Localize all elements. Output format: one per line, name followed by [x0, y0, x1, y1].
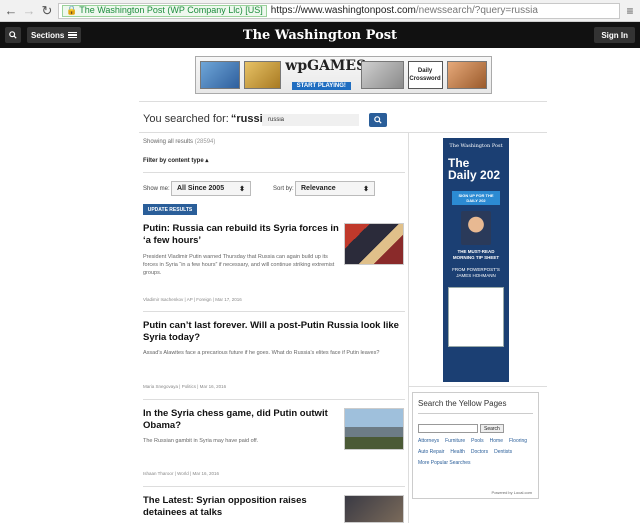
search-input[interactable]	[262, 114, 359, 126]
date-range-select[interactable]: All Since 2005 ⬍	[171, 181, 251, 196]
ad-logo: The Washington Post	[449, 143, 503, 149]
game-thumbnail[interactable]	[244, 61, 282, 89]
url-text: https://www.washingtonpost.com/newssearc…	[270, 5, 538, 16]
start-playing-button[interactable]: START PLAYING!	[291, 81, 351, 90]
yp-link[interactable]: Attorneys	[418, 438, 439, 444]
yp-link[interactable]: Pools	[471, 438, 484, 444]
list-item: Putin can’t last forever. Will a post-Pu…	[143, 320, 405, 357]
article-meta: Ishaan Tharoor | World | Mar 16, 2016	[143, 471, 219, 476]
search-heading: You searched for: “russia”	[143, 113, 274, 125]
lock-icon: 🔒	[66, 5, 78, 15]
browser-toolbar: ← → ↻ 🔒 The Washington Post (WP Company …	[0, 0, 640, 22]
article-title[interactable]: The Latest: Syrian opposition raises det…	[143, 495, 339, 519]
yp-link[interactable]: Home	[490, 438, 503, 444]
results-count: Showing all results (28594)	[143, 139, 216, 145]
yp-link[interactable]: Auto Repair	[418, 449, 444, 455]
cert-label: The Washington Post (WP Company Llc) [US…	[79, 5, 263, 15]
article-title[interactable]: In the Syria chess game, did Putin outwi…	[143, 408, 339, 432]
yp-link[interactable]: Flooring	[509, 438, 527, 444]
back-arrow-icon[interactable]: ←	[4, 3, 18, 18]
article-description: President Vladimir Putin warned Thursday…	[143, 254, 335, 276]
yellow-pages-links: Attorneys Furniture Pools Home Flooring …	[418, 438, 533, 466]
search-icon	[374, 116, 382, 124]
games-ad-banner[interactable]: wpGAMES START PLAYING! Daily Crossword	[195, 56, 492, 94]
sort-label: Sort by:	[273, 186, 294, 192]
yp-link[interactable]: Furniture	[445, 438, 465, 444]
sign-in-button[interactable]: Sign In	[594, 27, 635, 43]
yellow-pages-input[interactable]	[418, 424, 478, 433]
game-thumbnail[interactable]	[200, 61, 241, 89]
site-logo[interactable]: The Washington Post	[0, 28, 640, 43]
menu-icon[interactable]: ≡	[624, 4, 636, 18]
wpgames-promo[interactable]: wpGAMES START PLAYING!	[285, 57, 367, 92]
search-submit-button[interactable]	[369, 113, 387, 127]
divider	[418, 413, 533, 414]
yp-link[interactable]: More Popular Searches	[418, 460, 471, 466]
yellow-pages-widget: Search the Yellow Pages Search Attorneys…	[412, 392, 539, 499]
list-item: In the Syria chess game, did Putin outwi…	[143, 408, 339, 445]
sort-select[interactable]: Relevance ⬍	[295, 181, 375, 196]
article-thumbnail[interactable]	[344, 223, 404, 265]
security-badge[interactable]: 🔒 The Washington Post (WP Company Llc) […	[62, 4, 267, 17]
yellow-pages-title: Search the Yellow Pages	[418, 399, 507, 408]
article-title[interactable]: Putin: Russia can rebuild its Syria forc…	[143, 223, 339, 247]
yellow-pages-search-button[interactable]: Search	[480, 424, 504, 433]
updown-icon: ⬍	[239, 185, 245, 193]
ad-byline: FROM POWERPOST’S JAMES HOHMANN	[452, 267, 500, 278]
update-results-button[interactable]: UPDATE RESULTS	[143, 204, 197, 215]
ad-signup-button[interactable]: SIGN UP FOR THE DAILY 202	[452, 191, 500, 205]
game-thumbnail[interactable]	[361, 61, 404, 89]
article-thumbnail[interactable]	[344, 495, 404, 523]
article-description: Assad’s Alawites face a precarious futur…	[143, 350, 380, 356]
divider	[143, 311, 405, 312]
reload-icon[interactable]: ↻	[40, 3, 54, 18]
forward-arrow-icon[interactable]: →	[22, 3, 36, 18]
article-title[interactable]: Putin can’t last forever. Will a post-Pu…	[143, 320, 405, 344]
divider	[143, 399, 405, 400]
search-prefix: You searched for:	[143, 113, 229, 125]
divider	[409, 386, 547, 387]
divider	[143, 486, 405, 487]
article-meta: Vladimir Isachenkov | AP | Foreign | Mar…	[143, 297, 242, 302]
crossword-thumbnail[interactable]: Daily Crossword	[407, 61, 443, 89]
ad-screenshot	[448, 287, 504, 347]
article-description: The Russian gambit in Syria may have pai…	[143, 438, 259, 444]
list-item: The Latest: Syrian opposition raises det…	[143, 495, 339, 519]
yp-link[interactable]: Doctors	[471, 449, 488, 455]
ad-tagline: THE MUST-READ MORNING TIP SHEET	[452, 249, 500, 260]
yellow-pages-footer: Powered by Local.com	[491, 490, 532, 495]
article-meta: Maria Snegovaya | Politics | Mar 16, 201…	[143, 384, 227, 389]
divider	[139, 101, 547, 102]
daily-202-ad[interactable]: The Washington Post The Daily 202 SIGN U…	[443, 138, 509, 382]
divider	[143, 172, 405, 173]
divider	[139, 132, 547, 133]
updown-icon: ⬍	[363, 185, 369, 193]
filter-toggle[interactable]: Filter by content type ▴	[143, 157, 208, 164]
site-header: Sections The Washington Post Sign In	[0, 22, 640, 48]
column-divider	[408, 132, 409, 523]
address-bar[interactable]: 🔒 The Washington Post (WP Company Llc) […	[58, 2, 620, 19]
yp-link[interactable]: Health	[450, 449, 464, 455]
ad-title: The Daily 202	[448, 156, 501, 182]
ad-portrait	[461, 211, 491, 245]
show-me-label: Show me:	[143, 186, 170, 192]
article-thumbnail[interactable]	[344, 408, 404, 450]
game-thumbnail[interactable]	[446, 61, 487, 89]
yp-link[interactable]: Dentists	[494, 449, 512, 455]
wpgames-logo: wpGAMES	[285, 57, 367, 74]
list-item: Putin: Russia can rebuild its Syria forc…	[143, 223, 339, 277]
